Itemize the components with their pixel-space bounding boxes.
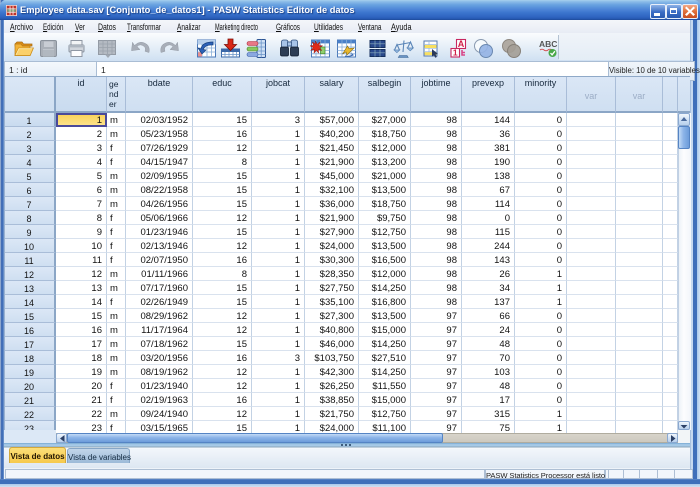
svg-text:A: A (458, 39, 465, 49)
svg-text:1: 1 (453, 48, 458, 58)
svg-text:ABC: ABC (539, 39, 557, 49)
